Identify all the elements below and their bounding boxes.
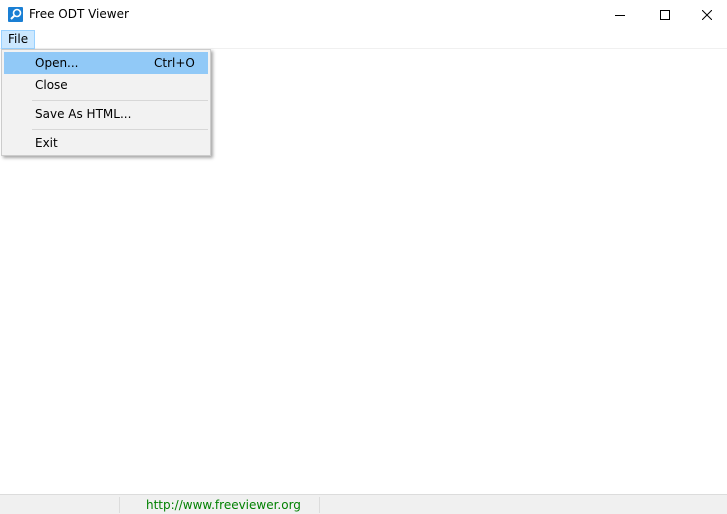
magnifier-icon	[8, 7, 23, 22]
menu-bar: File	[0, 30, 727, 49]
maximize-icon	[660, 10, 670, 20]
menu-item-shortcut: Ctrl+O	[154, 56, 195, 70]
menu-item-close[interactable]: Close	[4, 74, 208, 96]
close-button[interactable]	[687, 0, 727, 30]
minimize-button[interactable]	[597, 0, 643, 30]
menu-item-label: Open...	[35, 56, 79, 70]
menu-item-open[interactable]: Open... Ctrl+O	[4, 52, 208, 74]
menu-item-label: Save As HTML...	[35, 107, 132, 121]
title-bar[interactable]: Free ODT Viewer	[0, 0, 727, 30]
status-divider	[319, 497, 320, 513]
menu-separator	[32, 100, 208, 101]
close-icon	[702, 10, 712, 20]
menu-item-label: Close	[35, 78, 68, 92]
window-title: Free ODT Viewer	[29, 7, 129, 21]
maximize-button[interactable]	[642, 0, 688, 30]
status-divider	[119, 497, 120, 513]
menu-item-exit[interactable]: Exit	[4, 132, 208, 154]
menu-file[interactable]: File	[1, 30, 36, 49]
status-website-link[interactable]: http://www.freeviewer.org	[146, 498, 301, 512]
menu-item-save-as-html[interactable]: Save As HTML...	[4, 103, 208, 125]
minimize-icon	[615, 15, 625, 16]
status-bar: http://www.freeviewer.org	[0, 494, 727, 514]
menu-item-label: Exit	[35, 136, 58, 150]
menu-separator	[32, 129, 208, 130]
file-menu-dropdown: Open... Ctrl+O Close Save As HTML... Exi…	[1, 49, 211, 156]
app-window: Free ODT Viewer File Open... Ctrl+O Clos	[0, 0, 727, 514]
